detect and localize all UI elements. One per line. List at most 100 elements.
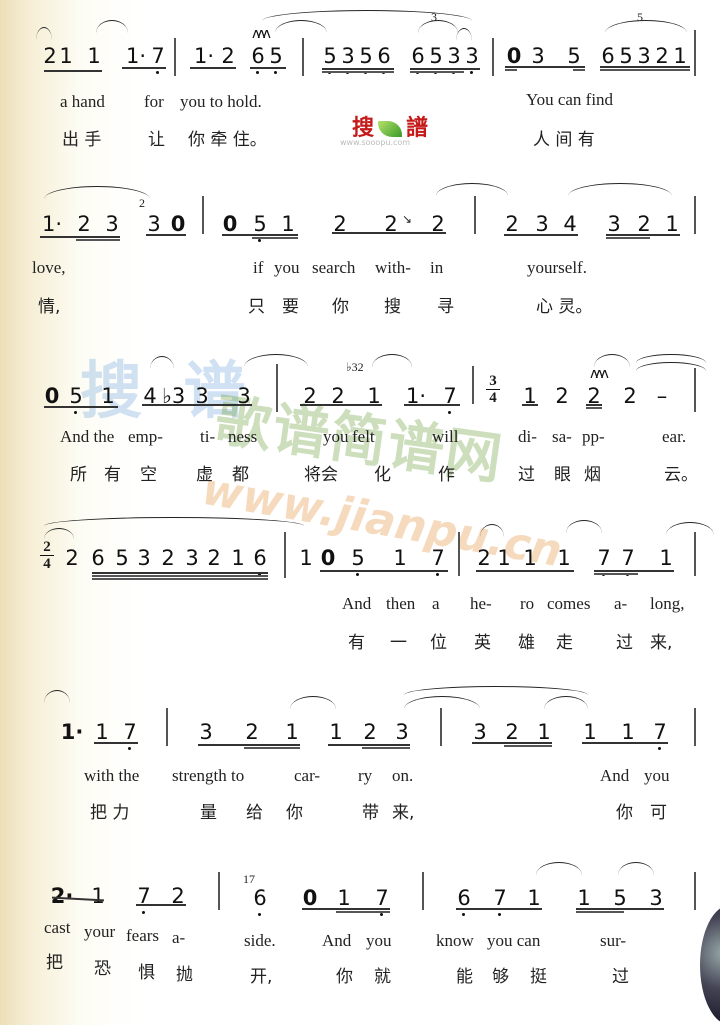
- lyric-en: know: [436, 931, 474, 950]
- note: 3: [185, 546, 199, 570]
- tuplet-number: 5: [637, 10, 643, 24]
- beam: [92, 572, 268, 574]
- lyric-zh: 将会: [304, 465, 338, 485]
- beam: [322, 71, 394, 73]
- note: 7: [374, 886, 390, 916]
- lyric-en: ness: [228, 427, 258, 446]
- lyric-en: you: [323, 427, 349, 446]
- lyric-en: a-: [172, 928, 186, 947]
- lyric-zh: 来,: [650, 633, 673, 653]
- lyric-zh: 寻: [437, 297, 454, 317]
- lyric-en: you: [274, 258, 300, 277]
- note: 3: [395, 720, 409, 744]
- note: 1: [59, 44, 73, 68]
- lyric-en: with-: [375, 258, 411, 277]
- beam: [322, 68, 394, 70]
- note: 3: [637, 44, 651, 68]
- lyric-zh: 惧: [138, 963, 155, 983]
- lyric-zh: 都: [232, 465, 249, 485]
- lyric-en: ry: [358, 766, 373, 785]
- time-signature-bottom: 4: [43, 556, 51, 572]
- lyric-zh: 心 灵。: [536, 297, 593, 317]
- lyric-en: in: [430, 258, 444, 277]
- beam: [76, 239, 120, 241]
- lyric-en: fears: [126, 926, 160, 945]
- beam: [472, 742, 552, 744]
- barline: [174, 38, 176, 76]
- lyric-en: strength to: [172, 766, 245, 785]
- note: 5: [322, 44, 338, 74]
- slur: [536, 862, 582, 875]
- lyric-zh: 过: [616, 633, 633, 653]
- beam: [573, 69, 585, 71]
- note: 5: [358, 44, 374, 74]
- lyric-en: And: [342, 594, 372, 613]
- beam: [328, 744, 410, 746]
- note: 5: [68, 384, 84, 414]
- beam: [586, 404, 602, 406]
- lyric-zh: 走: [556, 633, 573, 653]
- lyric-zh: 有: [348, 633, 365, 653]
- note: 1: [523, 546, 537, 570]
- note: 6: [250, 44, 266, 74]
- lyric-en: ti-: [200, 427, 216, 446]
- lyric-zh: 虚: [196, 465, 213, 485]
- lyric-en: And: [600, 766, 630, 785]
- note: 1: [285, 720, 299, 744]
- note: 6: [91, 546, 105, 570]
- lyric-en: love,: [32, 258, 66, 277]
- barline: [694, 708, 696, 746]
- note: 2: [43, 44, 57, 68]
- beam: [40, 236, 120, 238]
- lyric-zh: 出 手: [62, 130, 102, 150]
- barline: [422, 872, 424, 910]
- lyric-zh: 你: [616, 803, 633, 823]
- lyric-zh: 来,: [392, 803, 415, 823]
- note: 3: [147, 212, 161, 236]
- lyric-zh: 一: [390, 633, 407, 653]
- lyric-en: And the: [60, 427, 115, 446]
- beam: [576, 911, 624, 913]
- lyric-zh: 就: [374, 967, 391, 987]
- lyric-zh: 搜: [384, 297, 401, 317]
- beam: [136, 904, 186, 906]
- lyric-zh: 抛: [176, 965, 193, 985]
- beam: [522, 404, 538, 406]
- note: –: [656, 384, 668, 408]
- beam: [582, 742, 668, 744]
- note: 2: [637, 212, 651, 236]
- lyric-zh: 眼: [554, 465, 571, 485]
- barline: [472, 366, 474, 404]
- note: 7: [652, 720, 668, 750]
- note: 2: [655, 44, 669, 68]
- lyric-zh: 所: [70, 465, 87, 485]
- lyric-en: a-: [614, 594, 628, 613]
- note: 1: [673, 44, 687, 68]
- lyric-zh: 开,: [250, 967, 273, 987]
- beam: [362, 747, 410, 749]
- slur: [418, 20, 458, 33]
- lyric-en: he-: [470, 594, 492, 613]
- lyric-zh: 够: [492, 967, 509, 987]
- barline: [694, 532, 696, 576]
- barline: [492, 38, 494, 76]
- time-signature-top: 3: [489, 373, 497, 389]
- note: 5: [613, 886, 627, 910]
- beam: [122, 67, 166, 69]
- note: 1: [231, 546, 245, 570]
- note: 7: [620, 546, 636, 576]
- lyric-en: your: [84, 922, 116, 941]
- slur: [44, 690, 70, 703]
- leaf-icon: [378, 121, 403, 137]
- lyric-zh: 烟: [584, 465, 601, 485]
- slur: [618, 862, 654, 875]
- note: 2: [505, 720, 519, 744]
- note: 1·: [193, 44, 215, 68]
- note: 3: [535, 212, 549, 236]
- beam: [94, 742, 138, 744]
- note: 1: [537, 720, 551, 744]
- note: 0: [170, 212, 186, 236]
- beam: [576, 908, 664, 910]
- note: 1: [281, 212, 295, 236]
- beam: [594, 570, 674, 572]
